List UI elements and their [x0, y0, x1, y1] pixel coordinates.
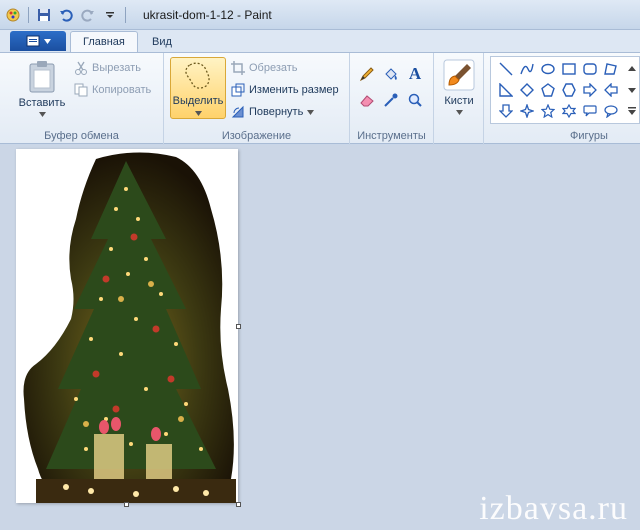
scissors-icon [75, 61, 87, 75]
save-icon[interactable] [35, 6, 53, 24]
quick-access-toolbar [4, 6, 128, 24]
brushes-button[interactable]: Кисти [438, 59, 480, 115]
christmas-tree-image [23, 152, 236, 503]
select-label: Выделить [172, 95, 224, 107]
ribbon: Вставить Вырезать Копировать Буфер обмен… [0, 52, 640, 145]
magnifier-icon[interactable] [404, 89, 426, 111]
canvas-resize-handle-bottom[interactable] [124, 502, 129, 507]
canvas-resize-handle-right[interactable] [236, 324, 241, 329]
file-menu-icon [26, 35, 39, 47]
toolbar-separator [125, 7, 126, 23]
crop-button[interactable]: Обрезать [231, 59, 298, 77]
paste-button[interactable]: Вставить [14, 59, 70, 117]
title-bar: ukrasit-dom-1-12 - Paint [0, 0, 640, 30]
redo-icon[interactable] [79, 6, 97, 24]
canvas-resize-handle-corner[interactable] [236, 502, 241, 507]
chevron-down-icon [307, 109, 315, 115]
chevron-down-icon [38, 112, 46, 117]
chevron-down-icon [43, 38, 51, 44]
shapes-group-label: Фигуры [570, 130, 608, 142]
chevron-down-icon [195, 111, 202, 116]
copy-label: Копировать [92, 84, 152, 96]
resize-label: Изменить размер [249, 84, 339, 96]
customize-dropdown-icon[interactable] [101, 6, 119, 24]
crop-label: Обрезать [249, 62, 298, 74]
canvas-workspace[interactable]: izbavsa.ru [0, 145, 640, 530]
tab-view[interactable]: Вид [140, 31, 184, 52]
cut-label: Вырезать [92, 62, 141, 74]
free-form-select-icon [185, 62, 210, 89]
window-title: ukrasit-dom-1-12 - Paint [143, 8, 272, 22]
ribbon-tabs: Главная Вид [0, 30, 640, 52]
color-picker-icon[interactable] [380, 89, 402, 111]
rotate-icon [231, 105, 244, 118]
clipboard-icon [29, 61, 55, 93]
resize-button[interactable]: Изменить размер [231, 81, 339, 99]
rotate-label: Повернуть [249, 106, 304, 118]
fill-icon[interactable] [380, 63, 402, 85]
resize-icon [231, 83, 245, 97]
cut-button[interactable]: Вырезать [74, 59, 141, 77]
rotate-button[interactable]: Повернуть [231, 103, 315, 121]
copy-button[interactable]: Копировать [74, 81, 151, 99]
eraser-icon[interactable] [356, 89, 378, 111]
copy-icon [74, 83, 88, 97]
tools-grid: A [356, 63, 426, 111]
undo-icon[interactable] [57, 6, 75, 24]
drawing-canvas[interactable] [16, 149, 238, 503]
file-menu-button[interactable] [10, 31, 66, 51]
crop-icon [231, 61, 245, 75]
clipboard-group-label: Буфер обмена [44, 130, 119, 142]
paste-label: Вставить [18, 97, 66, 109]
paint-app-icon[interactable] [4, 6, 22, 24]
tools-group-label: Инструменты [357, 130, 426, 142]
image-group-label: Изображение [221, 130, 292, 142]
tab-home[interactable]: Главная [70, 31, 138, 52]
shapes-group: Фигуры [490, 53, 640, 145]
pencil-icon[interactable] [356, 63, 378, 85]
clipboard-group: Вставить Вырезать Копировать Буфер обмен… [0, 53, 164, 145]
text-icon[interactable]: A [404, 63, 426, 85]
brush-icon [443, 59, 475, 91]
brushes-label: Кисти [444, 95, 474, 107]
watermark-text: izbavsa.ru [479, 490, 628, 527]
select-button[interactable]: Выделить [170, 57, 226, 119]
toolbar-separator [28, 7, 29, 23]
chevron-down-icon [455, 110, 463, 115]
